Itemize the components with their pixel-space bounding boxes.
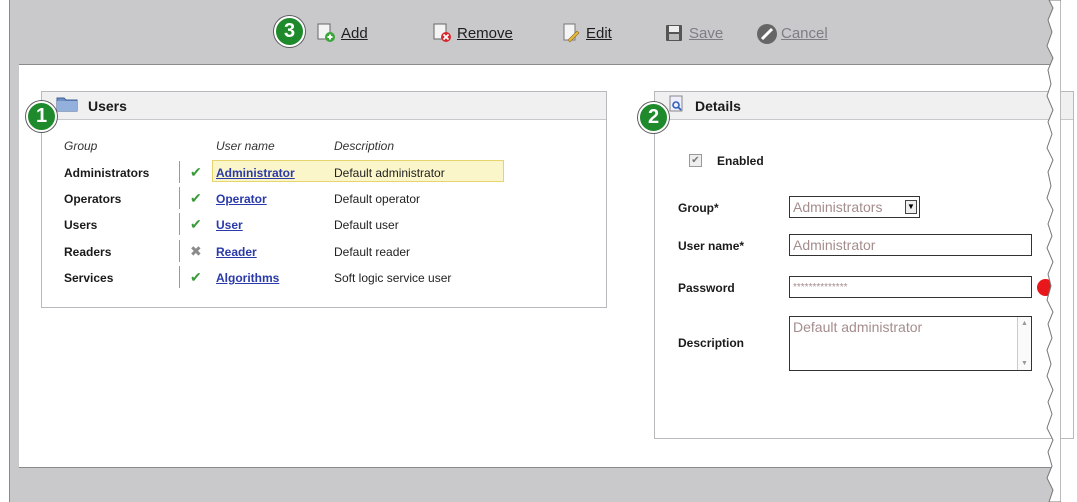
details-panel-header: Details	[655, 92, 1073, 120]
table-row[interactable]: Readers ✖ Reader Default reader	[42, 239, 602, 265]
torn-edge	[1046, 0, 1061, 502]
table-row[interactable]: Operators ✔ Operator Default operator	[42, 186, 602, 212]
column-header-username: User name	[216, 139, 275, 153]
edit-icon	[561, 23, 581, 43]
description-cell: Default administrator	[334, 166, 445, 180]
callout-badge-1: 1	[26, 101, 57, 132]
floppy-disk-icon	[664, 23, 684, 43]
description-label: Description	[678, 336, 745, 350]
username-label: User name*	[678, 239, 745, 253]
enabled-checkbox[interactable]: ✔	[689, 154, 702, 167]
edit-button-label: Edit	[586, 24, 612, 42]
enabled-check-icon: ✔	[190, 164, 202, 180]
username-link[interactable]: Algorithms	[216, 271, 279, 285]
cancel-icon	[756, 23, 777, 44]
password-label: Password	[678, 281, 735, 295]
add-button-label: Add	[341, 24, 368, 42]
remove-button[interactable]: Remove	[432, 22, 513, 44]
username-link[interactable]: Operator	[216, 192, 267, 206]
remove-user-icon	[432, 23, 452, 43]
add-user-icon	[316, 23, 336, 43]
details-panel-title: Details	[695, 97, 741, 114]
chevron-down-icon: ▼	[905, 200, 917, 214]
group-cell: Services	[64, 271, 114, 285]
column-divider	[179, 240, 180, 262]
callout-badge-2: 2	[638, 102, 669, 133]
users-panel-header: Users	[42, 92, 606, 120]
description-cell: Default reader	[334, 245, 411, 259]
column-divider	[179, 213, 180, 235]
cancel-button[interactable]: Cancel	[756, 22, 828, 44]
group-cell: Operators	[64, 192, 122, 206]
save-button-label: Save	[689, 24, 724, 42]
callout-badge-3: 3	[274, 16, 305, 47]
scroll-down-icon[interactable]: ▼	[1021, 360, 1028, 367]
app-frame: 3 Add Remove Edit Save Cancel Users Grou…	[9, 0, 1074, 502]
users-panel-title: Users	[88, 97, 127, 114]
description-cell: Default user	[334, 218, 399, 232]
scrollbar[interactable]: ▲ ▼	[1017, 317, 1031, 370]
details-panel: Details ✔ Enabled Group* Administrators …	[654, 91, 1074, 439]
scroll-up-icon[interactable]: ▲	[1021, 320, 1028, 327]
group-select[interactable]: Administrators ▼	[789, 196, 920, 218]
enabled-check-icon: ✔	[190, 216, 202, 232]
table-row[interactable]: Administrators ✔ Administrator Default a…	[42, 160, 602, 186]
column-divider	[179, 266, 180, 288]
cancel-button-label: Cancel	[781, 24, 828, 42]
password-field[interactable]: **************	[789, 276, 1032, 298]
column-header-description: Description	[334, 139, 395, 153]
enabled-check-icon: ✔	[190, 269, 202, 285]
description-cell: Default operator	[334, 192, 421, 206]
content-area: Users Group User name Description Admini…	[19, 64, 1074, 468]
edit-button[interactable]: Edit	[561, 22, 612, 44]
description-value: Default administrator	[793, 319, 923, 335]
username-link[interactable]: Reader	[216, 245, 257, 259]
users-panel: Users Group User name Description Admini…	[41, 91, 607, 308]
folder-icon	[56, 96, 78, 115]
remove-button-label: Remove	[457, 24, 513, 42]
enabled-check-icon: ✔	[190, 190, 202, 206]
username-field[interactable]: Administrator	[789, 234, 1032, 256]
group-cell: Users	[64, 218, 98, 232]
group-cell: Readers	[64, 245, 112, 259]
enabled-label: Enabled	[717, 154, 764, 168]
username-link[interactable]: User	[216, 218, 243, 232]
disabled-x-icon: ✖	[190, 243, 202, 259]
group-cell: Administrators	[64, 166, 150, 180]
add-button[interactable]: Add	[316, 22, 368, 44]
magnifier-icon	[669, 95, 685, 116]
group-select-value: Administrators	[793, 199, 883, 215]
group-label: Group*	[678, 201, 719, 215]
column-divider	[179, 187, 180, 209]
description-textarea[interactable]: Default administrator ▲ ▼	[789, 316, 1032, 371]
username-link[interactable]: Administrator	[216, 166, 295, 180]
toolbar: 3 Add Remove Edit Save Cancel	[10, 10, 1050, 56]
column-header-group: Group	[64, 139, 98, 153]
save-button[interactable]: Save	[664, 22, 723, 44]
table-row[interactable]: Users ✔ User Default user	[42, 212, 602, 238]
column-divider	[179, 161, 180, 183]
table-row[interactable]: Services ✔ Algorithms Soft logic service…	[42, 265, 602, 291]
description-cell: Soft logic service user	[334, 271, 452, 285]
